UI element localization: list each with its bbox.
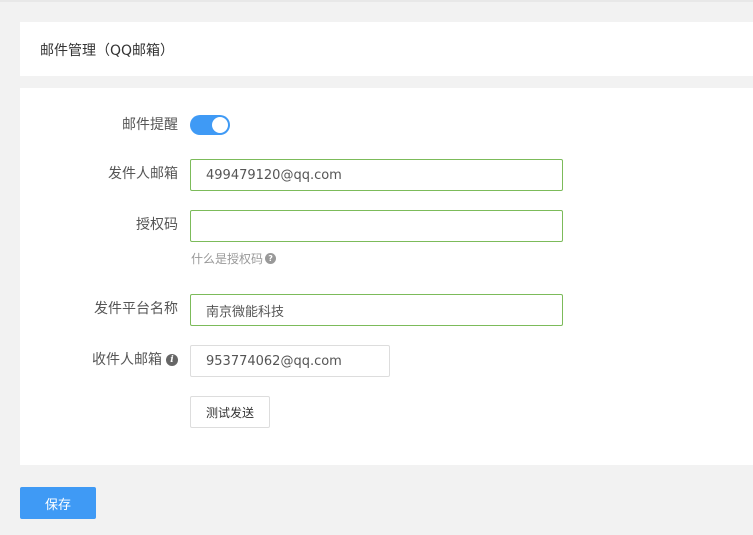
reminder-label: 邮件提醒 bbox=[122, 115, 178, 135]
email-settings-form: 邮件提醒 发件人邮箱 授权码 什么是授权码 ? 发件平台名称 收件人邮箱 i 测… bbox=[20, 88, 753, 465]
reminder-toggle[interactable] bbox=[190, 115, 230, 135]
reminder-label-text: 邮件提醒 bbox=[122, 117, 178, 133]
save-button[interactable]: 保存 bbox=[20, 487, 96, 519]
question-icon: ? bbox=[265, 253, 277, 264]
info-icon[interactable]: i bbox=[166, 354, 178, 366]
platform-name-input[interactable] bbox=[190, 294, 563, 326]
test-send-button[interactable]: 测试发送 bbox=[190, 396, 270, 428]
toggle-knob bbox=[212, 117, 228, 133]
auth-code-label-text: 授权码 bbox=[136, 217, 178, 233]
recipient-email-input[interactable] bbox=[190, 345, 390, 377]
sender-email-label: 发件人邮箱 bbox=[108, 164, 178, 184]
auth-code-help-text: 什么是授权码 bbox=[191, 252, 264, 266]
top-divider bbox=[0, 0, 753, 2]
sender-email-input[interactable] bbox=[190, 159, 563, 191]
platform-name-label-text: 发件平台名称 bbox=[94, 301, 178, 317]
recipient-email-label-text: 收件人邮箱 bbox=[92, 352, 162, 368]
auth-code-help-link[interactable]: 什么是授权码 ? bbox=[191, 250, 277, 267]
platform-name-label: 发件平台名称 bbox=[94, 299, 178, 319]
header-card: 邮件管理（QQ邮箱） bbox=[20, 22, 753, 76]
page-title: 邮件管理（QQ邮箱） bbox=[40, 43, 175, 59]
recipient-email-label: 收件人邮箱 i bbox=[92, 350, 178, 370]
sender-email-label-text: 发件人邮箱 bbox=[108, 166, 178, 182]
auth-code-label: 授权码 bbox=[136, 215, 178, 235]
auth-code-input[interactable] bbox=[190, 210, 563, 242]
